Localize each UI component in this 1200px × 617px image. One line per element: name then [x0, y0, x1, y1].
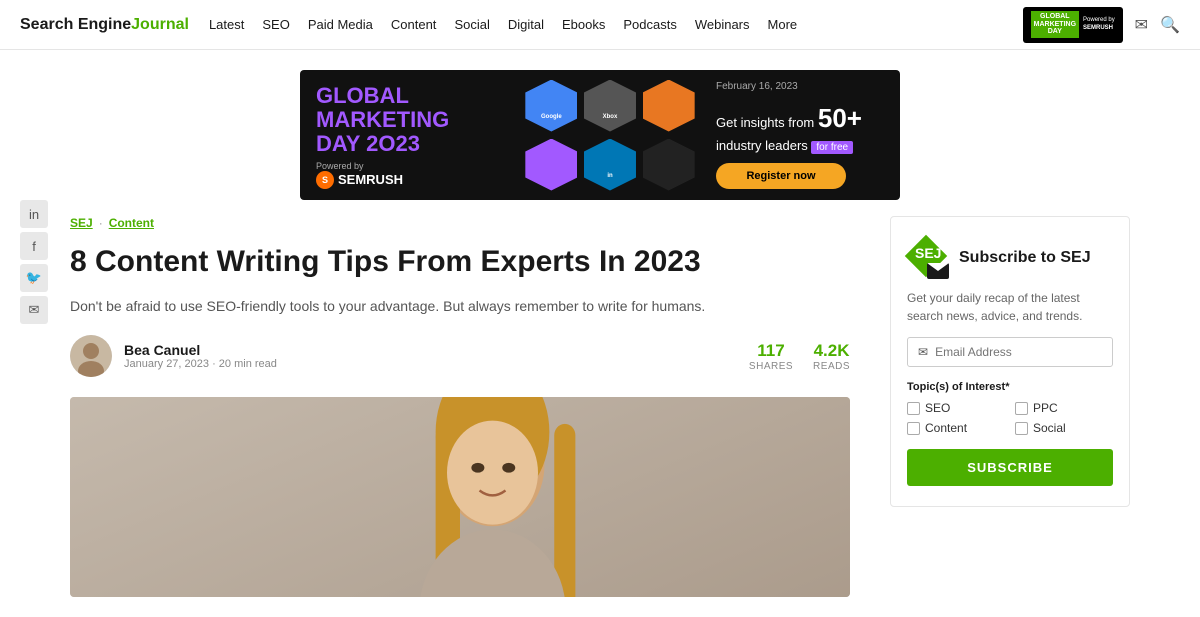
person-hex-5: in: [584, 139, 636, 191]
sej-logo-icon: SEJ: [907, 237, 949, 279]
semrush-icon: S: [316, 171, 334, 189]
topic-seo-checkbox[interactable]: [907, 402, 920, 415]
envelope-v-shape: [927, 263, 949, 271]
subscribe-button[interactable]: SUBSCRIBE: [907, 449, 1113, 486]
subscribe-sidebar: SEJ Subscribe to SEJ Get your daily reca…: [890, 216, 1130, 597]
person-hex-4: [525, 139, 577, 191]
topic-content[interactable]: Content: [907, 421, 1005, 435]
header-right: GLOBALMARKETINGDAY Powered bySEMRUSH ✉ 🔍: [1023, 7, 1180, 43]
topic-ppc-label: PPC: [1033, 401, 1058, 415]
email-share-button[interactable]: ✉: [20, 296, 48, 324]
banner-right: February 16, 2023 Get insights from 50+ …: [700, 70, 900, 200]
topic-content-checkbox[interactable]: [907, 422, 920, 435]
social-sidebar: in f 🐦 ✉: [20, 200, 48, 324]
person-hex-2: Xbox: [584, 80, 636, 132]
topic-social-checkbox[interactable]: [1015, 422, 1028, 435]
register-now-button[interactable]: Register now: [716, 163, 846, 189]
author-meta: January 27, 2023 · 20 min read: [124, 358, 737, 370]
nav-seo[interactable]: SEO: [262, 17, 289, 32]
breadcrumb: SEJ · Content: [70, 216, 850, 230]
subscribe-header: SEJ Subscribe to SEJ: [907, 237, 1113, 279]
banner-people-grid: Google Xbox in: [520, 70, 700, 200]
nav-more[interactable]: More: [768, 17, 798, 32]
article-stats: 117 SHARES 4.2K READS: [749, 341, 850, 372]
logo-green-text: Journal: [131, 16, 189, 34]
article-excerpt: Don't be afraid to use SEO-friendly tool…: [70, 296, 850, 317]
site-logo[interactable]: Search Engine Journal: [20, 16, 189, 34]
topic-ppc-checkbox[interactable]: [1015, 402, 1028, 415]
email-input-wrapper[interactable]: ✉: [907, 337, 1113, 367]
email-input[interactable]: [935, 345, 1102, 359]
person-hex-3: [643, 80, 695, 132]
header: Search Engine Journal Latest SEO Paid Me…: [0, 0, 1200, 50]
twitter-share-button[interactable]: 🐦: [20, 264, 48, 292]
search-icon-button[interactable]: 🔍: [1160, 15, 1180, 35]
banner-title: GLOBAL MARKETING DAY 2O23: [316, 84, 504, 157]
header-ad-banner[interactable]: GLOBALMARKETINGDAY Powered bySEMRUSH: [1023, 7, 1123, 43]
topic-seo-label: SEO: [925, 401, 950, 415]
topics-grid: SEO PPC Content Social: [907, 401, 1113, 435]
shares-stat: 117 SHARES: [749, 341, 793, 372]
breadcrumb-content[interactable]: Content: [109, 216, 154, 230]
nav-digital[interactable]: Digital: [508, 17, 544, 32]
subscribe-box: SEJ Subscribe to SEJ Get your daily reca…: [890, 216, 1130, 507]
nav-paid-media[interactable]: Paid Media: [308, 17, 373, 32]
author-name: Bea Canuel: [124, 342, 737, 358]
nav-ebooks[interactable]: Ebooks: [562, 17, 605, 32]
email-field-icon: ✉: [918, 345, 928, 359]
article-image: [70, 397, 850, 597]
email-icon-button[interactable]: ✉: [1135, 15, 1148, 35]
person-hex-6: [643, 139, 695, 191]
article-area: SEJ · Content 8 Content Writing Tips Fro…: [70, 216, 850, 597]
article-title: 8 Content Writing Tips From Experts In 2…: [70, 244, 850, 280]
breadcrumb-separator: ·: [99, 216, 103, 230]
shares-label: SHARES: [749, 361, 793, 372]
nav-webinars[interactable]: Webinars: [695, 17, 750, 32]
linkedin-share-button[interactable]: in: [20, 200, 48, 228]
subscribe-description: Get your daily recap of the latest searc…: [907, 289, 1113, 325]
reads-stat: 4.2K READS: [813, 341, 850, 372]
topic-seo[interactable]: SEO: [907, 401, 1005, 415]
person-hex-1: Google: [525, 80, 577, 132]
main-nav: Latest SEO Paid Media Content Social Dig…: [209, 17, 1023, 32]
banner-ad-wrapper: GLOBAL MARKETING DAY 2O23 Powered by S S…: [0, 50, 1200, 216]
nav-podcasts[interactable]: Podcasts: [623, 17, 676, 32]
topic-social[interactable]: Social: [1015, 421, 1113, 435]
topic-content-label: Content: [925, 421, 967, 435]
facebook-share-button[interactable]: f: [20, 232, 48, 260]
breadcrumb-sej[interactable]: SEJ: [70, 216, 93, 230]
nav-social[interactable]: Social: [454, 17, 489, 32]
banner-ad[interactable]: GLOBAL MARKETING DAY 2O23 Powered by S S…: [300, 70, 900, 200]
banner-headline: Get insights from 50+ industry leaders f…: [716, 100, 884, 155]
topic-social-label: Social: [1033, 421, 1066, 435]
reads-label: READS: [813, 361, 850, 372]
nav-content[interactable]: Content: [391, 17, 437, 32]
logo-text: Search Engine: [20, 16, 131, 34]
banner-date: February 16, 2023: [716, 81, 884, 92]
envelope-shape: [927, 263, 949, 279]
author-info: Bea Canuel January 27, 2023 · 20 min rea…: [124, 342, 737, 370]
reads-value: 4.2K: [813, 341, 850, 361]
subscribe-title: Subscribe to SEJ: [959, 249, 1091, 267]
powered-by-label: Powered by: [316, 161, 504, 171]
sej-letter: SEJ: [915, 245, 941, 261]
topics-label: Topic(s) of Interest*: [907, 381, 1113, 393]
banner-left: GLOBAL MARKETING DAY 2O23 Powered by S S…: [300, 70, 520, 200]
semrush-logo: S SEMRUSH: [316, 171, 504, 189]
author-row: Bea Canuel January 27, 2023 · 20 min rea…: [70, 335, 850, 377]
nav-latest[interactable]: Latest: [209, 17, 244, 32]
header-ad-text: GLOBALMARKETINGDAY: [1031, 11, 1079, 38]
author-avatar: [70, 335, 112, 377]
main-content: SEJ · Content 8 Content Writing Tips Fro…: [50, 216, 1150, 617]
header-ad-powered: Powered bySEMRUSH: [1083, 17, 1115, 33]
shares-value: 117: [749, 341, 793, 361]
topic-ppc[interactable]: PPC: [1015, 401, 1113, 415]
